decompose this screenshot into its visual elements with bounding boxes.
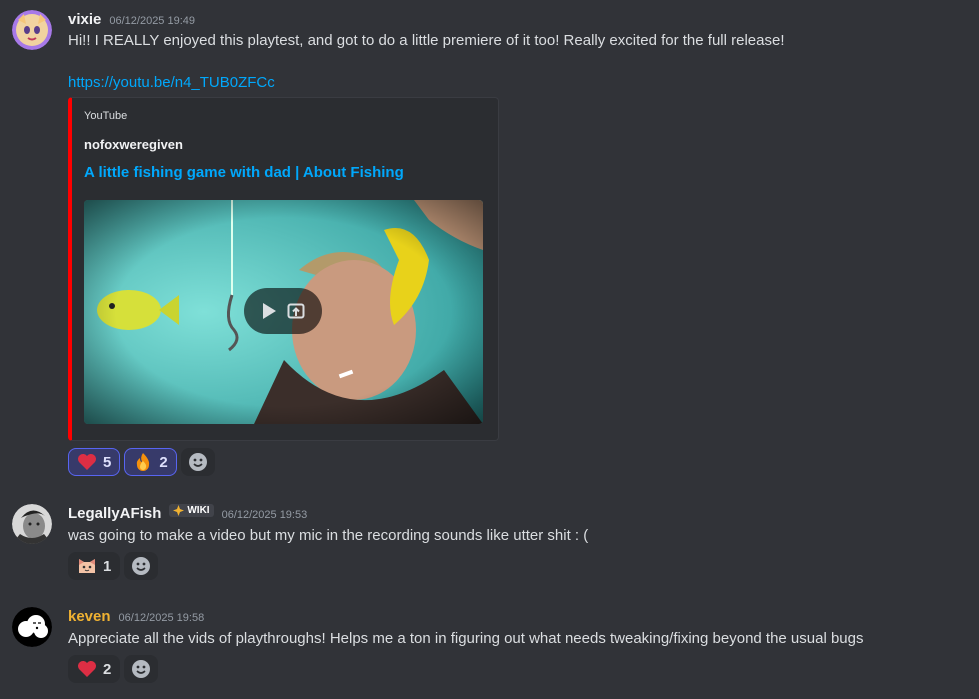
fire-emoji	[133, 452, 153, 472]
reaction-heart[interactable]: 2	[68, 655, 121, 683]
timestamp: 06/12/2025 19:53	[221, 509, 308, 521]
embed-title[interactable]: A little fishing game with dad | About F…	[84, 164, 404, 181]
add-reaction-icon	[188, 453, 207, 471]
avatar-vixie[interactable]	[12, 10, 52, 50]
timestamp: 06/12/2025 19:58	[118, 612, 205, 624]
video-thumbnail[interactable]	[84, 200, 483, 424]
add-reaction-button[interactable]	[124, 552, 159, 580]
reactions: 2	[68, 655, 159, 683]
avatar-legallyafish[interactable]	[12, 504, 52, 544]
username[interactable]: LegallyAFish	[68, 505, 161, 522]
heart-emoji	[77, 659, 97, 679]
reaction-heart[interactable]: 5	[68, 448, 121, 476]
message-text: was going to make a video but my mic in …	[68, 527, 589, 544]
role-badge[interactable]: WIKI	[169, 504, 214, 517]
message-header: keven 06/12/2025 19:58	[68, 608, 204, 625]
play-button[interactable]	[244, 288, 322, 334]
reaction-count: 2	[159, 453, 168, 471]
add-reaction-button[interactable]	[180, 448, 215, 476]
embed-provider[interactable]: YouTube	[84, 110, 127, 122]
youtube-embed: YouTube nofoxweregiven A little fishing …	[68, 97, 499, 441]
reaction-cat-face[interactable]: 1	[68, 552, 121, 580]
timestamp: 06/12/2025 19:49	[109, 15, 196, 27]
message-header: LegallyAFish WIKI 06/12/2025 19:53	[68, 504, 308, 522]
message-text: Appreciate all the vids of playthroughs!…	[68, 630, 864, 647]
avatar-keven[interactable]	[12, 607, 52, 647]
reaction-fire[interactable]: 2	[124, 448, 177, 476]
role-badge-label: WIKI	[187, 505, 210, 516]
reaction-count: 5	[103, 453, 112, 471]
open-external-icon[interactable]	[287, 302, 305, 320]
add-reaction-icon	[132, 557, 151, 575]
reactions: 1	[68, 552, 159, 580]
message-link[interactable]: https://youtu.be/n4_TUB0ZFCc	[68, 74, 275, 91]
message-header: vixie 06/12/2025 19:49	[68, 11, 195, 28]
reaction-count: 1	[103, 557, 112, 575]
reaction-count: 2	[103, 660, 112, 678]
add-reaction-button[interactable]	[124, 655, 159, 683]
reactions: 5 2	[68, 448, 215, 476]
heart-emoji	[77, 452, 97, 472]
username[interactable]: keven	[68, 608, 111, 625]
add-reaction-icon	[132, 660, 151, 678]
play-icon	[263, 303, 276, 319]
cat-face-emoji	[77, 556, 97, 576]
username[interactable]: vixie	[68, 11, 101, 28]
compass-icon	[173, 505, 185, 516]
message-text: Hi!! I REALLY enjoyed this playtest, and…	[68, 32, 785, 49]
embed-author[interactable]: nofoxweregiven	[84, 137, 183, 152]
